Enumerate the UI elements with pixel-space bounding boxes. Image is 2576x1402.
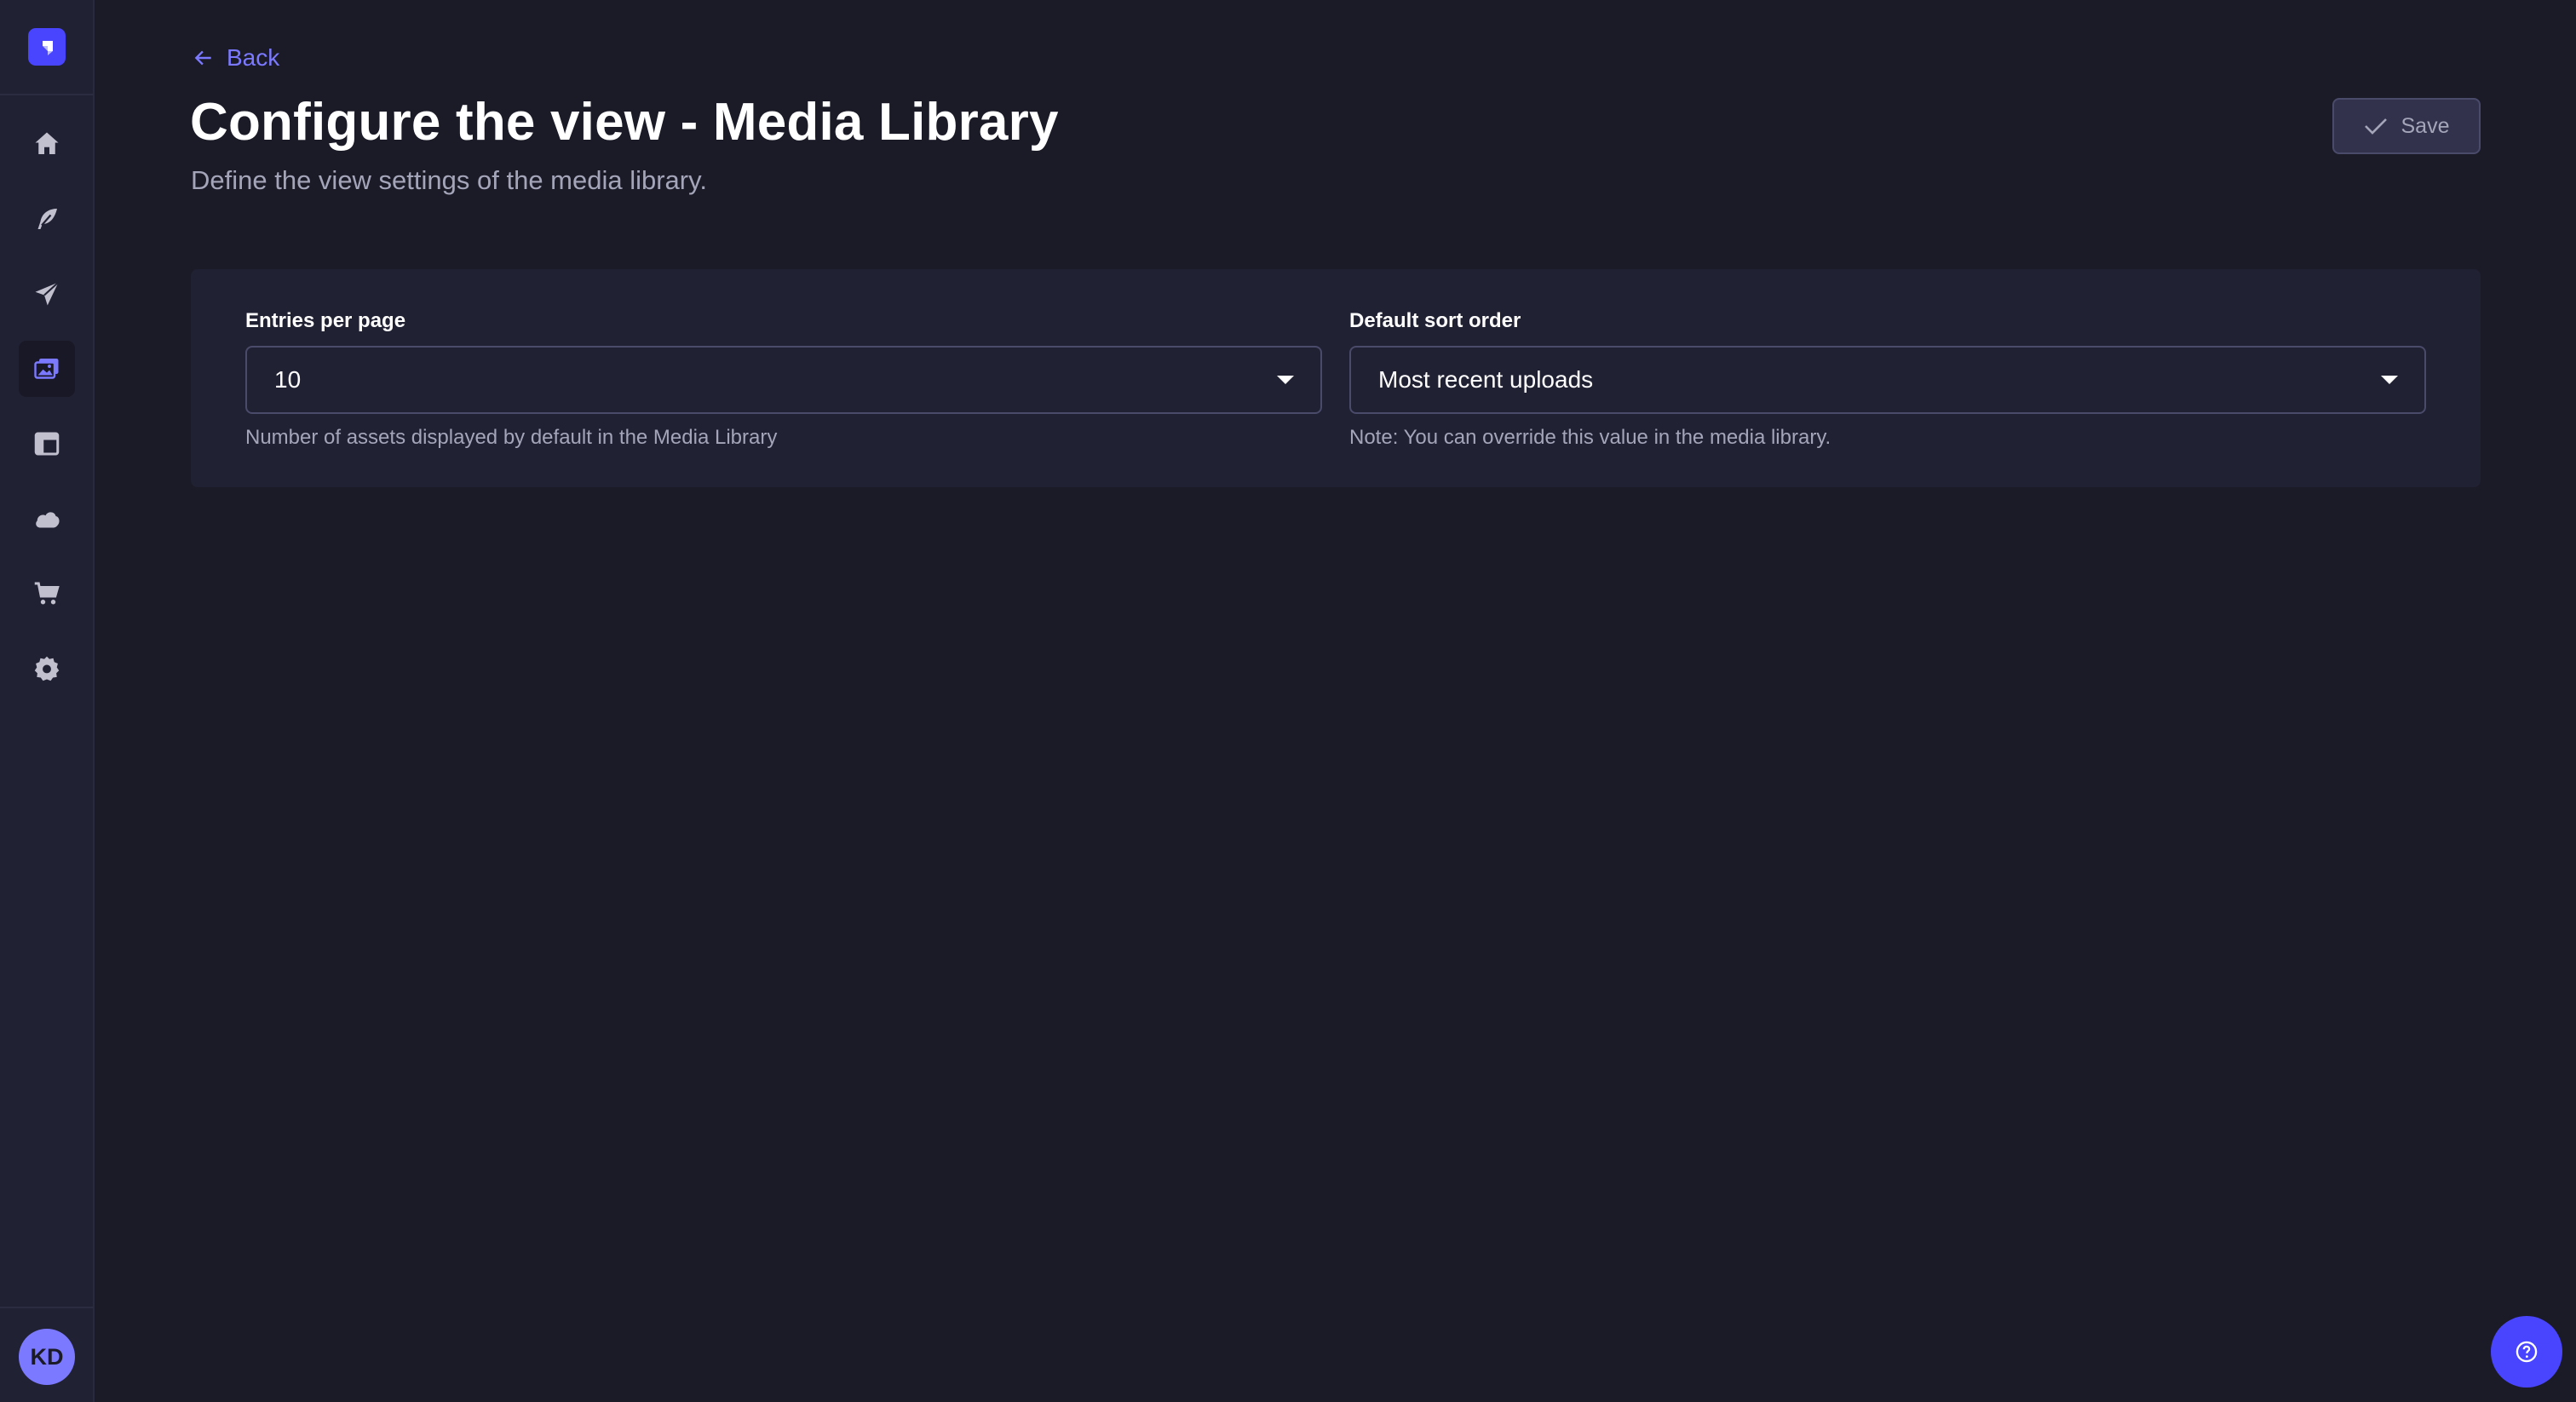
back-link-label: Back xyxy=(227,44,280,71)
default-sort-order-label: Default sort order xyxy=(1349,309,1521,332)
sidebar-item-marketplace[interactable] xyxy=(19,566,75,622)
arrow-left-icon xyxy=(194,50,211,66)
entries-per-page-label: Entries per page xyxy=(245,309,406,332)
layout-icon xyxy=(34,432,60,456)
sidebar-footer: KD xyxy=(0,1307,93,1402)
check-icon xyxy=(2364,118,2387,135)
back-link[interactable]: Back xyxy=(193,43,279,73)
app-logo[interactable] xyxy=(28,28,66,66)
question-icon xyxy=(2516,1341,2538,1363)
entries-per-page-hint: Number of assets displayed by default in… xyxy=(245,426,778,449)
chevron-down-icon xyxy=(1277,376,1294,384)
page-subtitle: Define the view settings of the media li… xyxy=(191,165,707,195)
cloud-icon xyxy=(36,512,60,528)
entries-per-page-select[interactable]: 10 xyxy=(245,346,1322,414)
sidebar-item-layout[interactable] xyxy=(19,416,75,472)
sidebar-item-cloud[interactable] xyxy=(19,491,75,547)
settings-card: Entries per page 10 Number of assets dis… xyxy=(191,269,2481,487)
home-icon xyxy=(35,132,59,154)
save-button[interactable]: Save xyxy=(2332,98,2481,154)
entries-per-page-field: Entries per page 10 Number of assets dis… xyxy=(245,308,1322,450)
save-button-label: Save xyxy=(2401,113,2450,138)
chevron-down-icon xyxy=(2381,376,2398,384)
sidebar-item-deploy[interactable] xyxy=(19,266,75,322)
default-sort-order-hint: Note: You can override this value in the… xyxy=(1349,426,1831,449)
default-sort-order-field: Default sort order Most recent uploads N… xyxy=(1349,308,2426,450)
sidebar-item-media-library[interactable] xyxy=(19,341,75,397)
help-button[interactable] xyxy=(2491,1316,2562,1388)
page-title: Configure the view - Media Library xyxy=(190,93,1059,152)
sidebar-header xyxy=(0,0,93,95)
entries-per-page-value: 10 xyxy=(274,366,302,393)
cart-icon xyxy=(34,582,60,605)
sidebar-item-settings[interactable] xyxy=(19,641,75,697)
app: KD Back Configure the view - Media Libra… xyxy=(0,0,2576,1402)
sidebar-item-home[interactable] xyxy=(19,116,75,172)
sidebar-item-content[interactable] xyxy=(19,191,75,247)
gear-icon xyxy=(34,656,60,681)
logo-icon xyxy=(43,41,53,55)
avatar[interactable]: KD xyxy=(19,1329,75,1385)
media-library-icon xyxy=(34,359,59,379)
default-sort-order-select[interactable]: Most recent uploads xyxy=(1349,346,2426,414)
default-sort-order-value: Most recent uploads xyxy=(1378,366,1594,393)
feather-icon xyxy=(37,209,57,229)
sidebar: KD xyxy=(0,0,95,1402)
paper-plane-icon xyxy=(35,281,60,306)
